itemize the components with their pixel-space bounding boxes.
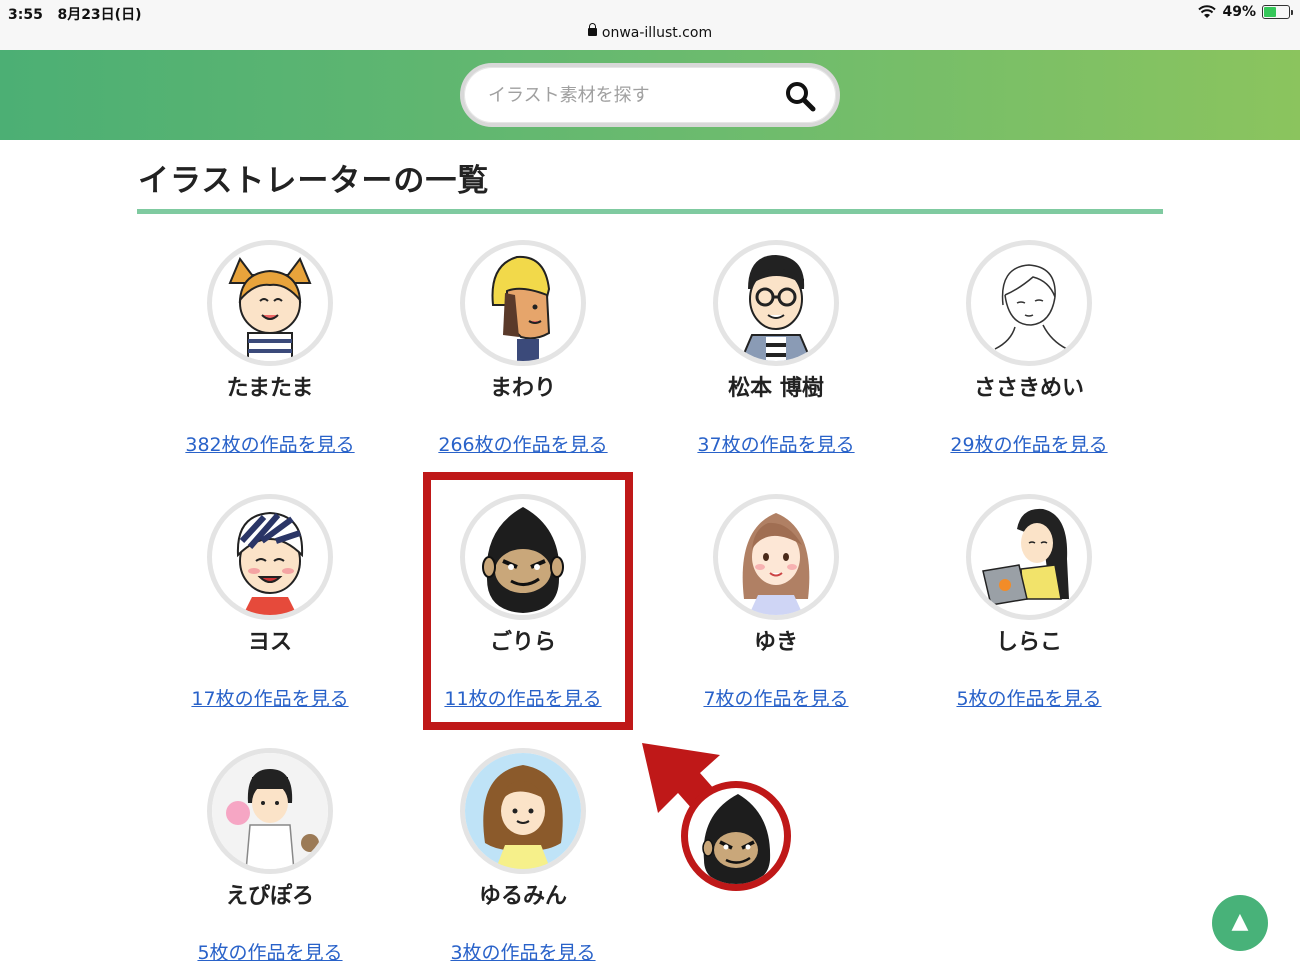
artist-name: ゆるみん	[478, 884, 567, 909]
avatar[interactable]	[207, 240, 333, 366]
artist-card-sasakimei[interactable]: ささきめい 29枚の作品を見る	[909, 240, 1149, 470]
artist-name: ささきめい	[973, 376, 1084, 401]
avatar-yosu-illustration	[236, 511, 304, 615]
avatar-tamatama-illustration	[228, 257, 312, 361]
artist-card-yuki[interactable]: ゆき 7枚の作品を見る	[656, 494, 896, 724]
works-link[interactable]: 17枚の作品を見る	[150, 684, 390, 711]
search-icon[interactable]	[784, 80, 816, 112]
avatar-shirako-illustration	[982, 508, 1069, 606]
avatar[interactable]	[966, 240, 1092, 366]
artist-card-shirako[interactable]: しらこ 5枚の作品を見る	[909, 494, 1149, 724]
artist-name: たまたま	[226, 376, 314, 401]
lock-icon	[587, 23, 597, 36]
artist-name: えぴぽろ	[225, 884, 314, 909]
works-link[interactable]: 266枚の作品を見る	[403, 430, 643, 457]
search-box[interactable]	[460, 63, 840, 127]
battery-icon	[1262, 5, 1293, 19]
url-bar[interactable]: onwa-illust.com	[0, 23, 1300, 41]
artist-name: ヨス	[247, 630, 292, 655]
avatar[interactable]	[460, 240, 586, 366]
avatar-yurumin-illustration	[465, 753, 581, 869]
avatar-mawari-illustration	[491, 255, 551, 361]
battery-percent: 49%	[1222, 4, 1256, 20]
url-text: onwa-illust.com	[601, 25, 713, 41]
artist-card-tamatama[interactable]: たまたま 382枚の作品を見る	[150, 240, 390, 470]
artist-card-mawari[interactable]: まわり 266枚の作品を見る	[403, 240, 643, 470]
works-link[interactable]: 5枚の作品を見る	[150, 938, 390, 965]
works-link[interactable]: 37枚の作品を見る	[656, 430, 896, 457]
artist-name: 松本 博樹	[728, 376, 824, 401]
status-indicators: 49%	[1198, 4, 1293, 20]
site-header	[0, 50, 1300, 140]
artist-card-matsumoto[interactable]: 松本 博樹 37枚の作品を見る	[656, 240, 896, 470]
works-link[interactable]: 29枚の作品を見る	[909, 430, 1149, 457]
works-link[interactable]: 3枚の作品を見る	[403, 938, 643, 965]
works-link[interactable]: 382枚の作品を見る	[150, 430, 390, 457]
avatar[interactable]	[460, 748, 586, 874]
avatar-yuki-illustration	[742, 513, 810, 615]
triangle-up-icon: ▲	[1231, 909, 1249, 934]
scroll-to-top-button[interactable]: ▲	[1212, 895, 1268, 951]
avatar-matsumoto-illustration	[739, 255, 813, 361]
avatar-sasakimei-illustration	[994, 264, 1068, 350]
avatar-epiporo-illustration	[212, 753, 328, 869]
wifi-icon	[1198, 5, 1217, 18]
highlight-box	[423, 472, 633, 730]
status-time: 3:55 8月23日(日)	[8, 7, 142, 23]
gorilla-mascot	[681, 781, 791, 891]
artist-card-yosu[interactable]: ヨス 17枚の作品を見る	[150, 494, 390, 724]
avatar[interactable]	[713, 240, 839, 366]
search-input[interactable]	[488, 81, 768, 109]
works-link[interactable]: 5枚の作品を見る	[909, 684, 1149, 711]
works-link[interactable]: 7枚の作品を見る	[656, 684, 896, 711]
artist-name: ゆき	[753, 630, 798, 655]
artist-card-epiporo[interactable]: えぴぽろ 5枚の作品を見る	[150, 748, 390, 975]
avatar[interactable]	[966, 494, 1092, 620]
title-divider	[137, 209, 1163, 214]
avatar[interactable]	[207, 494, 333, 620]
battery-fill	[1264, 7, 1276, 17]
artist-card-yurumin[interactable]: ゆるみん 3枚の作品を見る	[403, 748, 643, 975]
page-title: イラストレーターの一覧	[138, 163, 490, 199]
artist-name: まわり	[489, 376, 556, 401]
status-bar: 3:55 8月23日(日) 49% onwa-illust.com	[0, 0, 1300, 50]
avatar[interactable]	[207, 748, 333, 874]
avatar[interactable]	[713, 494, 839, 620]
artist-name: しらこ	[995, 630, 1062, 655]
